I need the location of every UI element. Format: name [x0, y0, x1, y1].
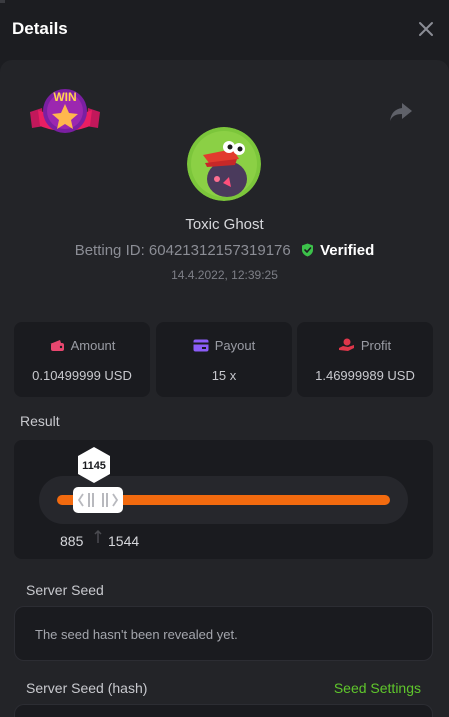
slider-grip-icon: [77, 493, 119, 507]
win-badge-text: WIN: [53, 90, 76, 104]
share-icon[interactable]: [388, 100, 414, 124]
arrow-up-icon: [94, 529, 102, 543]
payout-value: 15 x: [211, 368, 237, 383]
server-seed-hash-label: Server Seed (hash): [26, 680, 148, 696]
verified-label: Verified: [320, 242, 375, 259]
seed-settings-link[interactable]: Seed Settings: [334, 680, 421, 696]
payout-header: Payout: [156, 338, 292, 353]
profit-value: 1.46999989 USD: [315, 368, 415, 383]
result-box: 1145 885 1544: [14, 440, 433, 559]
server-seed-box: The seed hasn't been revealed yet.: [14, 606, 433, 661]
range-min: 885: [60, 533, 84, 549]
close-icon[interactable]: [415, 18, 437, 40]
username: Toxic Ghost: [185, 216, 264, 233]
result-value-hexagon: [78, 447, 110, 483]
avatar: [187, 127, 261, 201]
server-seed-hash-box: [14, 704, 433, 717]
verified-shield-icon: [301, 243, 313, 257]
win-badge-icon: WIN: [30, 89, 100, 133]
server-seed-message: The seed hasn't been revealed yet.: [35, 627, 238, 642]
avatar-image: [187, 127, 261, 201]
card-icon: [193, 339, 209, 352]
bet-timestamp: 14.4.2022, 12:39:25: [171, 268, 278, 282]
betting-id-row: Betting ID: 60421312157319176 Verified: [0, 242, 449, 259]
result-label: Result: [20, 413, 60, 429]
amount-header: Amount: [14, 338, 150, 353]
amount-card: Amount 0.10499999 USD: [14, 322, 150, 397]
amount-label: Amount: [70, 338, 116, 353]
hand-coin-icon: [338, 338, 354, 351]
modal-title: Details: [12, 19, 68, 38]
betting-id-value: 60421312157319176: [148, 242, 291, 259]
betting-id-label: Betting ID:: [74, 242, 145, 259]
payout-label: Payout: [214, 338, 256, 353]
profit-card: Profit 1.46999989 USD: [297, 322, 433, 397]
slider-handle[interactable]: [73, 487, 123, 513]
details-modal: Details WIN Toxic Ghost Betting ID: 6042…: [0, 0, 449, 717]
modal-header: Details: [0, 0, 449, 60]
amount-value: 0.10499999 USD: [32, 368, 132, 383]
wallet-icon: [49, 340, 64, 351]
profit-header: Profit: [297, 338, 433, 353]
profit-label: Profit: [360, 338, 392, 353]
payout-card: Payout 15 x: [156, 322, 292, 397]
server-seed-label: Server Seed: [26, 582, 104, 598]
range-max: 1544: [108, 533, 140, 549]
